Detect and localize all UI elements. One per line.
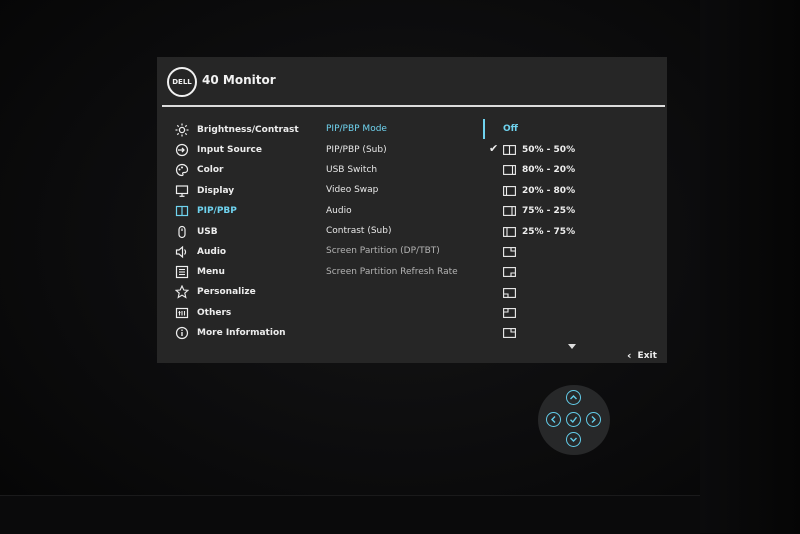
- menu-label: Color: [197, 165, 224, 175]
- menu-label: Others: [197, 308, 232, 318]
- option-label: 20% - 80%: [522, 186, 576, 196]
- menu-label: USB: [197, 227, 218, 237]
- submenu-pip-pbp-sub[interactable]: PIP/PBP (Sub): [326, 145, 387, 155]
- pip-bottom-right-icon[interactable]: [503, 267, 516, 277]
- submenu-audio[interactable]: Audio: [326, 206, 352, 216]
- option-off[interactable]: Off: [503, 124, 518, 134]
- option-75-25[interactable]: 75% - 25%: [503, 204, 575, 218]
- star-icon: [175, 285, 189, 299]
- menu-item-brightness-contrast[interactable]: Brightness/Contrast: [175, 122, 299, 138]
- split-25-75-icon: [503, 227, 516, 237]
- usb-icon: [175, 225, 189, 239]
- menu-item-input-source[interactable]: Input Source: [175, 142, 262, 158]
- menu-item-personalize[interactable]: Personalize: [175, 284, 256, 300]
- chevron-up-icon[interactable]: [566, 390, 581, 405]
- menu-label: Brightness/Contrast: [197, 125, 299, 135]
- header-divider: [162, 105, 665, 107]
- pip-top-right-icon[interactable]: [503, 247, 516, 257]
- option-label: 75% - 25%: [522, 206, 576, 216]
- menu-label: Display: [197, 186, 235, 196]
- pip-pbp-icon: [175, 204, 189, 218]
- menu-item-menu[interactable]: Menu: [175, 264, 225, 280]
- color-palette-icon: [175, 163, 189, 177]
- menu-label: PIP/PBP: [197, 206, 237, 216]
- pip-top-left-icon[interactable]: [503, 308, 516, 318]
- menu-label: Menu: [197, 267, 225, 277]
- menu-label: Audio: [197, 247, 227, 257]
- pip-top-right-icon[interactable]: [503, 328, 516, 338]
- info-icon: [175, 326, 189, 340]
- speaker-icon: [175, 245, 189, 259]
- menu-label: Personalize: [197, 287, 256, 297]
- option-label: 80% - 20%: [522, 165, 576, 175]
- joystick-guide: [538, 385, 610, 455]
- option-25-75[interactable]: 25% - 75%: [503, 225, 575, 239]
- others-icon: [175, 306, 189, 320]
- menu-item-display[interactable]: Display: [175, 183, 234, 199]
- chevron-right-icon[interactable]: [586, 412, 601, 427]
- osd-header: DELL 40 Monitor: [157, 57, 667, 107]
- pip-bottom-left-icon[interactable]: [503, 288, 516, 298]
- check-icon[interactable]: [566, 412, 581, 427]
- option-50-50[interactable]: 50% - 50%: [503, 143, 575, 157]
- split-50-50-icon: [503, 145, 516, 155]
- display-icon: [175, 184, 189, 198]
- osd-panel: DELL 40 Monitor Brightness/Contrast Inpu…: [157, 57, 667, 363]
- submenu-usb-switch[interactable]: USB Switch: [326, 165, 377, 175]
- split-20-80-icon: [503, 186, 516, 196]
- split-75-25-icon: [503, 206, 516, 216]
- brightness-icon: [175, 123, 189, 137]
- menu-item-audio[interactable]: Audio: [175, 244, 226, 260]
- chevron-left-icon: ‹: [627, 349, 632, 362]
- logo-text: DELL: [172, 78, 192, 86]
- menu-item-others[interactable]: Others: [175, 305, 231, 321]
- menu-item-more-information[interactable]: More Information: [175, 325, 286, 341]
- page-title: 40 Monitor: [202, 73, 276, 87]
- chevron-down-icon[interactable]: [566, 432, 581, 447]
- option-label: 25% - 75%: [522, 227, 576, 237]
- split-80-20-icon: [503, 165, 516, 175]
- menu-label: Input Source: [197, 145, 262, 155]
- dell-logo: DELL: [167, 67, 197, 97]
- chevron-left-icon[interactable]: [546, 412, 561, 427]
- submenu-contrast-sub[interactable]: Contrast (Sub): [326, 226, 391, 236]
- menu-icon: [175, 265, 189, 279]
- menu-label: More Information: [197, 328, 286, 338]
- scroll-down-icon[interactable]: [568, 344, 576, 349]
- exit-label: Exit: [637, 350, 657, 361]
- input-source-icon: [175, 143, 189, 157]
- submenu-video-swap[interactable]: Video Swap: [326, 185, 378, 195]
- checkmark-icon: ✔: [489, 142, 499, 155]
- submenu-screen-partition-refresh-rate: Screen Partition Refresh Rate: [326, 267, 458, 277]
- menu-item-pip-pbp[interactable]: PIP/PBP: [175, 203, 237, 219]
- option-20-80[interactable]: 20% - 80%: [503, 184, 575, 198]
- menu-item-usb[interactable]: USB: [175, 224, 218, 240]
- submenu-screen-partition: Screen Partition (DP/TBT): [326, 246, 440, 256]
- exit-button[interactable]: ‹ Exit: [627, 349, 657, 362]
- menu-item-color[interactable]: Color: [175, 162, 224, 178]
- selection-indicator: [483, 119, 485, 139]
- monitor-bezel-bottom: [0, 495, 700, 534]
- monitor-bezel-right: [700, 0, 800, 533]
- option-80-20[interactable]: 80% - 20%: [503, 163, 575, 177]
- submenu-pip-pbp-mode[interactable]: PIP/PBP Mode: [326, 124, 387, 134]
- option-label: 50% - 50%: [522, 145, 576, 155]
